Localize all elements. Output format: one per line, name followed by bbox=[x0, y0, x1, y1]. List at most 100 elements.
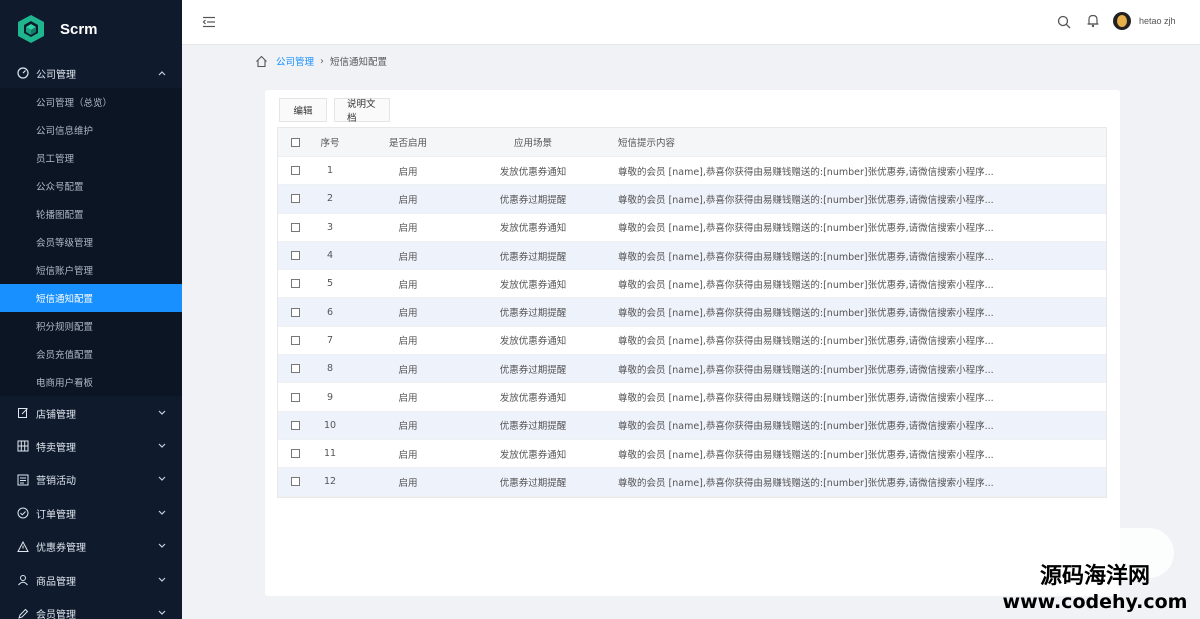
table-row[interactable]: 4 启用 优惠券过期提醒 尊敬的会员 [name],恭喜你获得由易赚钱赠送的:[num… bbox=[278, 241, 1106, 271]
docs-button[interactable]: 说明文档 bbox=[334, 98, 390, 124]
row-checkbox[interactable] bbox=[290, 194, 300, 204]
row-scene: 发放优惠券通知 bbox=[499, 449, 567, 461]
table-row[interactable]: 3 启用 发放优惠券通知 尊敬的会员 [name],恭喜你获得由易赚钱赠送的:[num… bbox=[278, 214, 1106, 242]
table-row[interactable]: 9 启用 发放优惠券通知 尊敬的会员 [name],恭喜你获得由易赚钱赠送的:[num… bbox=[278, 383, 1106, 412]
sidebar-item-sms-notify[interactable]: 短信通知配置 bbox=[0, 284, 182, 312]
sidebar-group-label: 店铺管理 bbox=[36, 409, 76, 421]
avatar[interactable] bbox=[1113, 12, 1131, 30]
breadcrumb-parent[interactable]: 公司管理 bbox=[276, 54, 314, 68]
chevron-down-icon bbox=[156, 573, 168, 585]
sidebar-item-label: 员工管理 bbox=[36, 154, 75, 165]
table-row[interactable]: 11 启用 发放优惠券通知 尊敬的会员 [name],恭喜你获得由易赚钱赠送的:[nu… bbox=[278, 440, 1106, 469]
row-checkbox[interactable] bbox=[290, 364, 300, 374]
row-scene: 优惠券过期提醒 bbox=[499, 308, 567, 320]
column-header-enabled: 是否启用 bbox=[388, 138, 427, 149]
sidebar-item-carousel[interactable]: 轮播图配置 bbox=[0, 200, 182, 228]
sidebar-item-ecommerce-board[interactable]: 电商用户看板 bbox=[0, 368, 182, 396]
row-enabled: 启用 bbox=[398, 279, 418, 291]
row-content: 尊敬的会员 [name],恭喜你获得由易赚钱赠送的:[number]张优惠券,请… bbox=[618, 336, 994, 348]
table-row[interactable]: 1 启用 发放优惠券通知 尊敬的会员 [name],恭喜你获得由易赚钱赠送的:[num… bbox=[278, 157, 1106, 186]
sidebar-group-company[interactable]: 公司管理 bbox=[0, 58, 182, 88]
sidebar-group-store[interactable]: 店铺管理 bbox=[0, 397, 182, 429]
row-no: 8 bbox=[326, 363, 334, 375]
row-content: 尊敬的会员 [name],恭喜你获得由易赚钱赠送的:[number]张优惠券,请… bbox=[618, 449, 994, 461]
row-content: 尊敬的会员 [name],恭喜你获得由易赚钱赠送的:[number]张优惠券,请… bbox=[618, 308, 994, 320]
table-row[interactable]: 2 启用 优惠券过期提醒 尊敬的会员 [name],恭喜你获得由易赚钱赠送的:[num… bbox=[278, 185, 1106, 214]
row-checkbox[interactable] bbox=[290, 449, 300, 459]
table-row[interactable]: 8 启用 优惠券过期提醒 尊敬的会员 [name],恭喜你获得由易赚钱赠送的:[num… bbox=[278, 355, 1106, 384]
sidebar-item-company-info[interactable]: 公司信息维护 bbox=[0, 116, 182, 144]
dashboard-icon bbox=[16, 66, 30, 80]
edit-button[interactable]: 编辑 bbox=[279, 98, 327, 122]
chevron-down-icon bbox=[156, 472, 168, 484]
row-content: 尊敬的会员 [name],恭喜你获得由易赚钱赠送的:[number]张优惠券,请… bbox=[618, 194, 994, 206]
row-no: 12 bbox=[323, 476, 337, 488]
sidebar-group-orders[interactable]: 订单管理 bbox=[0, 497, 182, 529]
table-row[interactable]: 10 启用 优惠券过期提醒 尊敬的会员 [name],恭喜你获得由易赚钱赠送的:[nu… bbox=[278, 411, 1106, 440]
row-enabled: 启用 bbox=[398, 251, 418, 263]
table-row[interactable]: 6 启用 优惠券过期提醒 尊敬的会员 [name],恭喜你获得由易赚钱赠送的:[num… bbox=[278, 298, 1106, 327]
sidebar-item-official-account[interactable]: 公众号配置 bbox=[0, 172, 182, 200]
row-checkbox[interactable] bbox=[290, 251, 300, 261]
row-select-cell bbox=[278, 477, 312, 487]
row-checkbox[interactable] bbox=[290, 279, 300, 289]
chevron-up-icon bbox=[156, 67, 168, 79]
row-select-cell bbox=[278, 279, 312, 289]
row-checkbox[interactable] bbox=[290, 307, 300, 317]
sidebar-group-special-sale[interactable]: 特卖管理 bbox=[0, 430, 182, 462]
row-content: 尊敬的会员 [name],恭喜你获得由易赚钱赠送的:[number]张优惠券,请… bbox=[618, 223, 994, 235]
sidebar-group-products[interactable]: 商品管理 bbox=[0, 564, 182, 596]
sidebar-item-sms-account[interactable]: 短信账户管理 bbox=[0, 256, 182, 284]
sidebar-group-marketing[interactable]: 营销活动 bbox=[0, 463, 182, 496]
select-all-checkbox[interactable] bbox=[290, 137, 300, 147]
row-no: 6 bbox=[326, 306, 334, 318]
list-icon bbox=[16, 473, 30, 487]
sidebar-item-member-level[interactable]: 会员等级管理 bbox=[0, 228, 182, 256]
row-checkbox[interactable] bbox=[290, 392, 300, 402]
sidebar-group-label: 会员管理 bbox=[36, 610, 76, 619]
sidebar-group-coupons[interactable]: 优惠券管理 bbox=[0, 530, 182, 563]
column-header-scene: 应用场景 bbox=[513, 138, 552, 149]
row-no: 3 bbox=[326, 221, 334, 233]
table-row[interactable]: 12 启用 优惠券过期提醒 尊敬的会员 [name],恭喜你获得由易赚钱赠送的:[nu… bbox=[278, 468, 1106, 497]
row-checkbox[interactable] bbox=[290, 222, 300, 232]
sidebar-group-label: 公司管理 bbox=[36, 69, 76, 81]
row-content: 尊敬的会员 [name],恭喜你获得由易赚钱赠送的:[number]张优惠券,请… bbox=[618, 477, 994, 489]
app-name: Scrm bbox=[60, 20, 98, 38]
sidebar-item-company-overview[interactable]: 公司管理（总览） bbox=[0, 88, 182, 116]
sidebar-item-points-rules[interactable]: 积分规则配置 bbox=[0, 312, 182, 340]
row-scene: 优惠券过期提醒 bbox=[499, 251, 567, 263]
row-scene: 发放优惠券通知 bbox=[499, 336, 567, 348]
sidebar-item-recharge[interactable]: 会员充值配置 bbox=[0, 340, 182, 368]
column-header-no: 序号 bbox=[320, 138, 340, 149]
row-checkbox[interactable] bbox=[290, 166, 300, 176]
search-icon[interactable] bbox=[1057, 14, 1071, 29]
sidebar-item-staff[interactable]: 员工管理 bbox=[0, 144, 182, 172]
row-scene: 优惠券过期提醒 bbox=[499, 477, 567, 489]
table-row[interactable]: 7 启用 发放优惠券通知 尊敬的会员 [name],恭喜你获得由易赚钱赠送的:[num… bbox=[278, 327, 1106, 356]
row-checkbox[interactable] bbox=[290, 420, 300, 430]
home-icon[interactable] bbox=[255, 55, 268, 68]
watermark-title: 源码海洋网 bbox=[1039, 564, 1150, 589]
column-header-content: 短信提示内容 bbox=[618, 138, 676, 149]
bell-icon[interactable] bbox=[1086, 13, 1100, 28]
row-checkbox[interactable] bbox=[290, 335, 300, 345]
row-checkbox[interactable] bbox=[290, 477, 300, 487]
row-select-cell bbox=[278, 166, 312, 176]
menu-fold-icon[interactable] bbox=[202, 14, 216, 28]
row-content: 尊敬的会员 [name],恭喜你获得由易赚钱赠送的:[number]张优惠券,请… bbox=[618, 279, 994, 291]
row-scene: 发放优惠券通知 bbox=[499, 279, 567, 291]
row-enabled: 启用 bbox=[398, 364, 418, 376]
row-content: 尊敬的会员 [name],恭喜你获得由易赚钱赠送的:[number]张优惠券,请… bbox=[618, 166, 994, 178]
chevron-right-icon: › bbox=[320, 55, 325, 67]
row-scene: 优惠券过期提醒 bbox=[499, 421, 567, 433]
table-header-row: 序号 是否启用 应用场景 短信提示内容 bbox=[278, 128, 1106, 157]
top-header: hetao zjh bbox=[182, 0, 1200, 45]
table-row[interactable]: 5 启用 发放优惠券通知 尊敬的会员 [name],恭喜你获得由易赚钱赠送的:[num… bbox=[278, 270, 1106, 299]
row-content: 尊敬的会员 [name],恭喜你获得由易赚钱赠送的:[number]张优惠券,请… bbox=[618, 393, 994, 405]
row-no: 2 bbox=[326, 193, 334, 205]
user-name[interactable]: hetao zjh bbox=[1139, 16, 1176, 26]
logo[interactable]: Scrm bbox=[0, 0, 182, 58]
row-select-cell bbox=[278, 392, 312, 402]
sidebar-group-members[interactable]: 会员管理 bbox=[0, 597, 182, 619]
